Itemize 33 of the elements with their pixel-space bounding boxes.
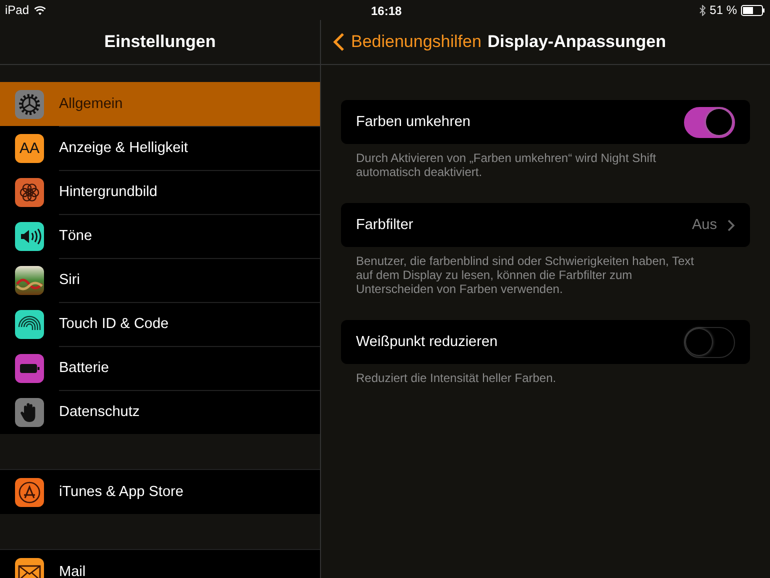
settings-row[interactable]: Hintergrundbild (0, 170, 320, 214)
clock-time: 16:18 (371, 4, 402, 18)
setting-value: Aus (692, 217, 717, 233)
battery-icon (741, 4, 765, 16)
letters-icon: AA (15, 134, 44, 162)
wifi-icon (34, 6, 46, 14)
settings-cell[interactable]: Farbfilter Aus (341, 203, 750, 247)
setting-label: Farbfilter (356, 217, 414, 233)
setting-label: Weißpunkt reduzieren (356, 334, 499, 350)
bluetooth-icon (698, 4, 706, 16)
sidebar-title: Einstellungen (104, 32, 216, 52)
settings-row[interactable]: Touch ID & Code (0, 302, 320, 346)
footer-text: Reduziert die Intensität heller Farben. (355, 370, 558, 385)
settings-row[interactable]: Datenschutz (0, 390, 320, 434)
settings-row[interactable]: Siri (0, 258, 320, 302)
settings-row[interactable]: iTunes & App Store (0, 470, 320, 514)
chevron-left-icon (333, 32, 345, 52)
settings-row[interactable]: AA Anzeige & Helligkeit (0, 126, 320, 170)
toggle-switch[interactable] (684, 106, 735, 138)
footer-text: Benutzer, die farbenblind sind oder Schwierigkeiten haben, Text auf dem Display zu lesen, können die Farbfilter zum Unterscheiden von Farben verwenden. (355, 253, 695, 296)
toggle-switch[interactable] (684, 326, 735, 358)
settings-row[interactable]: Allgemein (0, 82, 320, 126)
footer-text: Durch Aktivieren von „Farben umkehren“ wird Night Shift automatisch deaktiviert. (355, 150, 658, 179)
settings-row[interactable]: Töne (0, 214, 320, 258)
setting-label: Farben umkehren (356, 114, 472, 130)
back-button[interactable]: Bedienungshilfen (333, 32, 482, 52)
page-title: Display-Anpassungen (487, 32, 666, 52)
settings-row[interactable]: Mail (0, 550, 320, 578)
waves-icon (15, 266, 44, 294)
settings-row[interactable]: Batterie (0, 346, 320, 390)
chevron-right-icon (727, 218, 735, 232)
battery-percent: 51 % (710, 3, 737, 17)
device-name: iPad (5, 3, 30, 17)
